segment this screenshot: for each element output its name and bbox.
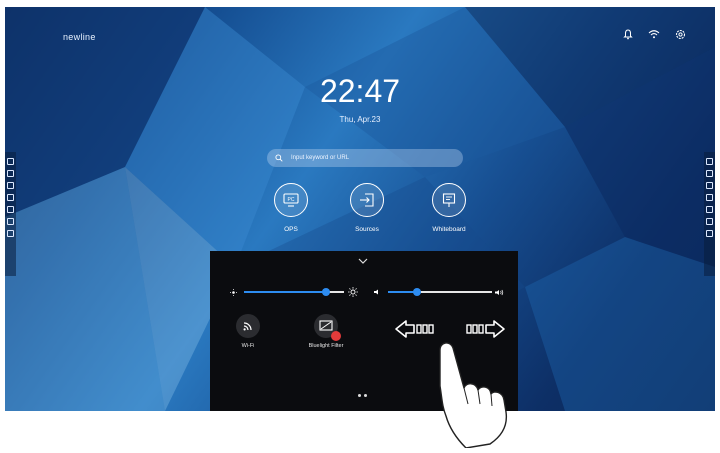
sidebar-left (5, 152, 16, 276)
settings-icon[interactable] (673, 27, 687, 41)
app-whiteboard-label: Whiteboard (432, 226, 466, 233)
page-dot[interactable] (364, 394, 367, 397)
windows-icon[interactable] (706, 194, 713, 201)
brightness-high-icon (348, 286, 358, 298)
wifi-icon (236, 314, 260, 338)
search-icon (275, 153, 285, 163)
screenshot-icon[interactable] (706, 182, 713, 189)
volume-slider[interactable] (372, 286, 504, 298)
apps-icon[interactable] (7, 218, 14, 225)
pc-icon: PC (274, 183, 308, 217)
brightness-low-icon (228, 286, 238, 298)
brand-logo: newline (63, 32, 96, 42)
multitask-icon[interactable] (7, 230, 14, 237)
chevron-down-icon[interactable] (357, 256, 369, 266)
home-icon[interactable] (706, 158, 713, 165)
annotate-icon[interactable] (7, 170, 14, 177)
svg-text:PC: PC (288, 197, 295, 203)
volume-low-icon (372, 286, 382, 298)
wifi-toggle-label: Wi-Fi (241, 343, 255, 349)
volume-high-icon (494, 286, 504, 298)
status-bar (621, 27, 687, 41)
app-whiteboard[interactable]: Whiteboard (419, 183, 479, 233)
bluelight-filter-toggle[interactable]: Bluelight Filter (296, 314, 356, 349)
windows-icon[interactable] (7, 194, 14, 201)
clock-date: Thu, Apr.23 (339, 115, 381, 124)
back-icon[interactable] (7, 206, 14, 213)
whiteboard-icon (432, 183, 466, 217)
page-indicator (358, 394, 367, 397)
screenshot-icon[interactable] (7, 182, 14, 189)
brightness-knob[interactable] (322, 288, 330, 296)
volume-knob[interactable] (413, 288, 422, 296)
bluelight-filter-icon (314, 314, 341, 341)
apps-icon[interactable] (706, 218, 713, 225)
app-sources[interactable]: Sources (337, 183, 397, 233)
wifi-toggle[interactable]: Wi-Fi (218, 314, 278, 349)
search-input[interactable]: Input keyword or URL (267, 149, 463, 167)
app-ops[interactable]: PC OPS (261, 183, 321, 233)
multitask-icon[interactable] (706, 230, 713, 237)
bluelight-filter-label: Bluelight Filter (308, 343, 344, 349)
search-placeholder: Input keyword or URL (291, 155, 350, 161)
home-icon[interactable] (7, 158, 14, 165)
brightness-fill (244, 291, 326, 293)
app-ops-label: OPS (284, 226, 298, 233)
wifi-icon[interactable] (647, 27, 661, 41)
clock-time: 22:47 (319, 73, 401, 109)
annotate-icon[interactable] (706, 170, 713, 177)
page-dot[interactable] (358, 394, 361, 397)
app-sources-label: Sources (355, 226, 379, 233)
pointing-hand-icon (420, 330, 520, 453)
back-icon[interactable] (706, 206, 713, 213)
sidebar-right (704, 152, 715, 276)
brightness-slider[interactable] (228, 286, 358, 298)
source-input-icon (350, 183, 384, 217)
bell-icon[interactable] (621, 27, 635, 41)
filter-off-badge (331, 331, 341, 341)
